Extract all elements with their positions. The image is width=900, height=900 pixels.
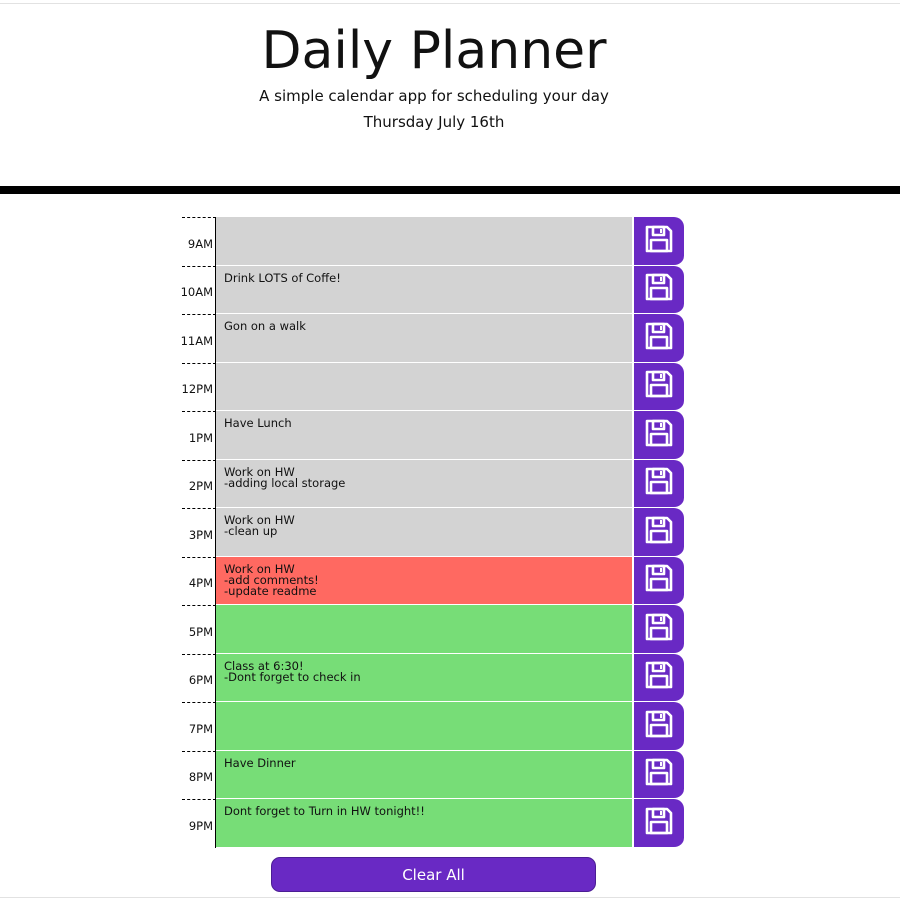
hour-label: 5PM [182, 605, 216, 654]
hour-label: 12PM [182, 362, 216, 411]
task-textarea[interactable]: Gon on a walk [216, 314, 632, 363]
task-textarea[interactable] [216, 702, 632, 751]
clear-all-button[interactable]: Clear All [271, 857, 596, 892]
floppy-disk-icon [643, 271, 675, 307]
hour-label: 7PM [182, 702, 216, 751]
time-block-row: 11AM Gon on a walk [181, 314, 685, 363]
floppy-disk-icon [643, 368, 675, 404]
time-block-row: 10AM Drink LOTS of Coffe! [181, 265, 685, 314]
hour-label: 9AM [182, 217, 216, 266]
floppy-disk-icon [643, 805, 675, 841]
page-subtitle: A simple calendar app for scheduling you… [259, 87, 609, 105]
time-block-row: 6PM Class at 6:30! -Dont forget to check … [182, 653, 685, 702]
task-textarea[interactable]: Drink LOTS of Coffe! [216, 265, 632, 314]
hour-label: 8PM [182, 750, 216, 799]
task-textarea[interactable] [216, 217, 632, 266]
time-block-row: 8PM Have Dinner [182, 750, 685, 799]
task-textarea[interactable]: Dont forget to Turn in HW tonight!! [216, 799, 632, 848]
floppy-disk-icon [643, 417, 675, 453]
current-day: Thursday July 16th [363, 113, 505, 131]
hour-label: 2PM [182, 459, 216, 508]
hour-label: 6PM [182, 653, 216, 702]
save-button[interactable] [634, 265, 684, 314]
hour-label: 1PM [182, 411, 216, 460]
time-block-row: 9AM [182, 217, 685, 266]
save-button[interactable] [634, 508, 684, 557]
task-textarea[interactable]: Work on HW -clean up [216, 508, 632, 557]
floppy-disk-icon [643, 562, 675, 598]
task-textarea[interactable]: Have Lunch [216, 411, 632, 460]
task-textarea[interactable] [216, 362, 632, 411]
floppy-disk-icon [643, 611, 675, 647]
time-block-row: 5PM [182, 605, 685, 654]
save-button[interactable] [634, 411, 684, 460]
save-button[interactable] [634, 653, 684, 702]
task-textarea[interactable]: Class at 6:30! -Dont forget to check in [216, 653, 632, 702]
save-button[interactable] [634, 362, 684, 411]
time-block-row: 3PM Work on HW -clean up [182, 508, 685, 557]
hour-label: 9PM [182, 799, 216, 848]
floppy-disk-icon [643, 465, 675, 501]
save-button[interactable] [634, 702, 684, 751]
hour-label: 10AM [181, 265, 216, 314]
save-button[interactable] [634, 799, 684, 848]
task-textarea[interactable]: Work on HW -add comments! -update readme [216, 556, 632, 605]
time-block-row: 2PM Work on HW -adding local storage [182, 459, 685, 508]
hour-label: 3PM [182, 508, 216, 557]
task-textarea[interactable] [216, 605, 632, 654]
time-block-row: 4PM Work on HW -add comments! -update rea… [182, 556, 685, 605]
save-button[interactable] [634, 459, 684, 508]
floppy-disk-icon [643, 756, 675, 792]
time-block-row: 9PM Dont forget to Turn in HW tonight!! [182, 799, 685, 848]
hour-label: 11AM [181, 314, 216, 363]
page-header: Daily Planner A simple calendar app for … [0, 0, 900, 185]
header-divider [0, 186, 900, 194]
hour-label: 4PM [182, 556, 216, 605]
task-textarea[interactable]: Work on HW -adding local storage [216, 459, 632, 508]
save-button[interactable] [634, 605, 684, 654]
floppy-disk-icon [643, 514, 675, 550]
floppy-disk-icon [643, 223, 675, 259]
task-textarea[interactable]: Have Dinner [216, 750, 632, 799]
save-button[interactable] [634, 217, 684, 266]
save-button[interactable] [634, 750, 684, 799]
page-title: Daily Planner [261, 21, 607, 81]
floppy-disk-icon [643, 659, 675, 695]
floppy-disk-icon [643, 708, 675, 744]
save-button[interactable] [634, 556, 684, 605]
planner-container: 9AM 10AM Drink LOTS of Coffe! 11AM Gon on a … [181, 217, 685, 848]
bottom-divider [0, 897, 900, 898]
floppy-disk-icon [643, 320, 675, 356]
save-button[interactable] [634, 314, 684, 363]
time-block-row: 7PM [182, 702, 685, 751]
time-block-row: 12PM [182, 362, 685, 411]
time-block-row: 1PM Have Lunch [182, 411, 685, 460]
